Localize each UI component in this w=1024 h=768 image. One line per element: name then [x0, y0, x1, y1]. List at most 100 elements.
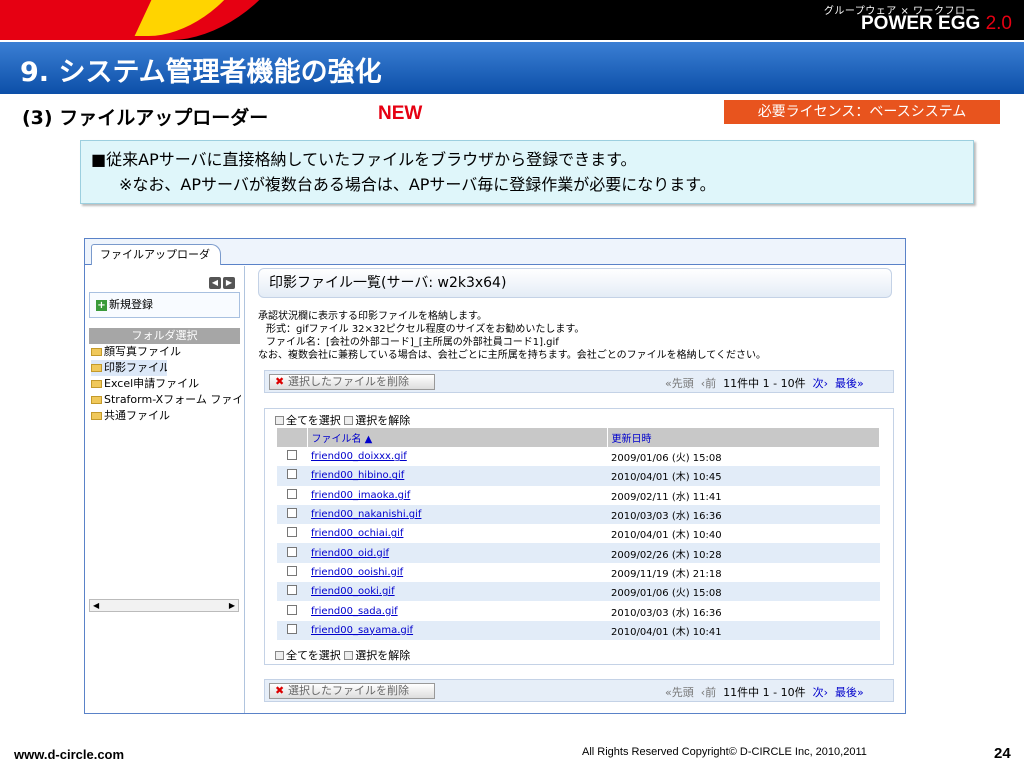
footer-url: www.d-circle.com: [14, 747, 125, 762]
row-checkbox[interactable]: [287, 604, 297, 615]
slide: グループウェア × ワークフロー POWER EGG 2.0 9. システム管理…: [0, 0, 1024, 768]
top-banner: グループウェア × ワークフロー POWER EGG 2.0: [0, 0, 1024, 40]
file-table: ファイル名 ▲ 更新日時 friend00_doixxx.gif 2009/01/…: [277, 428, 880, 640]
table-row: friend00_doixxx.gif 2009/01/06 (火) 15:08: [277, 447, 880, 467]
pager-next-link[interactable]: 次›: [813, 686, 828, 699]
file-link[interactable]: friend00_doixxx.gif: [307, 447, 607, 467]
pager-first: «先頭: [665, 377, 694, 390]
updated-date: 2009/02/11 (水) 11:41: [607, 485, 880, 505]
file-link[interactable]: friend00_imaoka.gif: [307, 485, 607, 505]
deselect-icon: [344, 651, 354, 660]
deselect-link[interactable]: 選択を解除: [355, 414, 410, 427]
title-bar: 9. システム管理者機能の強化: [0, 40, 1024, 94]
folder-icon: [91, 380, 102, 388]
row-checkbox[interactable]: [287, 565, 297, 576]
folder-item-excel[interactable]: Excel申請ファイル: [91, 376, 241, 392]
select-all-link[interactable]: 全てを選択: [286, 414, 341, 427]
delete-label: 選択したファイルを削除: [288, 375, 409, 388]
desc-line: なお、複数会社に兼務している場合は、会社ごとに主所属を持ちます。会社ごとのファイ…: [258, 350, 766, 361]
folder-icon: [91, 364, 102, 372]
checkbox-column-header: [277, 428, 308, 447]
horizontal-scrollbar[interactable]: ◀ ▶: [89, 599, 239, 612]
new-register-button[interactable]: + 新規登録: [89, 292, 240, 318]
expand-right-icon[interactable]: ▶: [223, 277, 235, 289]
folder-item-common[interactable]: 共通ファイル: [91, 408, 241, 424]
folder-label: 顔写真ファイル: [104, 345, 181, 358]
folder-item-straform[interactable]: Straform-Xフォーム ファイル: [91, 392, 241, 408]
select-all-icon: [275, 416, 284, 425]
delete-x-icon: ✖: [275, 684, 285, 697]
delete-selected-button[interactable]: ✖ 選択したファイルを削除: [269, 683, 435, 699]
column-header-updated[interactable]: 更新日時: [607, 428, 880, 447]
description-text: 承認状況欄に表示する印影ファイルを格納します。 形式：gifファイル 32×32…: [258, 310, 766, 362]
table-row: friend00_imaoka.gif 2009/02/11 (水) 11:41: [277, 485, 880, 505]
row-checkbox[interactable]: [287, 450, 297, 461]
brand-version: 2.0: [985, 13, 1012, 34]
file-link[interactable]: friend00_oid.gif: [307, 543, 607, 563]
page-number: 24: [994, 745, 1011, 762]
file-link[interactable]: friend00_sayama.gif: [307, 620, 607, 640]
row-checkbox[interactable]: [287, 508, 297, 519]
folder-item-seal[interactable]: 印影ファイル: [91, 360, 167, 376]
row-checkbox[interactable]: [287, 488, 297, 499]
pager: «先頭 ‹前 11件中 1 - 10件 次› 最後»: [665, 684, 864, 700]
note-line-2: ※なお、APサーバが複数台ある場合は、APサーバ毎に登録作業が必要になります。: [119, 175, 716, 194]
folder-icon: [91, 412, 102, 420]
file-link[interactable]: friend00_sada.gif: [307, 601, 607, 621]
folder-label: 共通ファイル: [104, 409, 170, 422]
row-checkbox[interactable]: [287, 546, 297, 557]
scroll-left-icon[interactable]: ◀: [93, 601, 99, 610]
column-header-filename[interactable]: ファイル名 ▲: [307, 428, 608, 447]
delete-selected-button[interactable]: ✖ 選択したファイルを削除: [269, 374, 435, 390]
tab-file-uploader[interactable]: ファイルアップローダー: [91, 244, 221, 281]
pager-last-link[interactable]: 最後»: [835, 686, 864, 699]
plus-icon: +: [96, 300, 107, 311]
updated-date: 2009/01/06 (火) 15:08: [607, 447, 880, 467]
desc-line: 形式：gifファイル 32×32ピクセル程度のサイズをお勧めいたします。: [266, 324, 585, 335]
updated-date: 2010/03/03 (水) 16:36: [607, 601, 880, 621]
pager-next-link[interactable]: 次›: [813, 377, 828, 390]
folder-label: Straform-Xフォーム ファイル: [104, 393, 241, 406]
collapse-left-icon[interactable]: ◀: [209, 277, 221, 289]
feature-note-box: ■従来APサーバに直接格納していたファイルをブラウザから登録できます。 ※なお、…: [80, 140, 974, 204]
table-row: friend00_sayama.gif 2010/04/01 (木) 10:41: [277, 620, 880, 640]
updated-date: 2009/11/19 (木) 21:18: [607, 562, 880, 583]
row-checkbox[interactable]: [287, 585, 297, 596]
row-checkbox[interactable]: [287, 469, 297, 480]
pager-prev: ‹前: [700, 377, 717, 390]
pager-first: «先頭: [665, 686, 694, 699]
deselect-link[interactable]: 選択を解除: [355, 649, 410, 662]
file-link[interactable]: friend00_nakanishi.gif: [307, 504, 607, 525]
new-badge: NEW: [378, 103, 423, 124]
file-link[interactable]: friend00_hibino.gif: [307, 466, 607, 486]
file-link[interactable]: friend00_ooki.gif: [307, 582, 607, 602]
note-line-1: ■従来APサーバに直接格納していたファイルをブラウザから登録できます。: [91, 150, 637, 169]
file-uploader-window: ファイルアップローダー ◀▶ +新規登録 フォルダ選択 顔写真ファイル 印影ファ…: [84, 238, 906, 714]
page-title: 9. システム管理者機能の強化: [20, 57, 382, 88]
pager-last-link[interactable]: 最後»: [835, 377, 864, 390]
folder-item-face-photo[interactable]: 顔写真ファイル: [91, 344, 241, 360]
panel-title: 印影ファイル一覧(サーバ: w2k3x64): [258, 268, 892, 298]
table-row: friend00_oid.gif 2009/02/26 (木) 10:28: [277, 543, 880, 563]
row-checkbox[interactable]: [287, 623, 297, 634]
file-link[interactable]: friend00_ooishi.gif: [307, 562, 607, 583]
select-all-link[interactable]: 全てを選択: [286, 649, 341, 662]
table-row: friend00_ochiai.gif 2010/04/01 (木) 10:40: [277, 524, 880, 544]
select-controls-bottom: 全てを選択 選択を解除: [275, 647, 410, 663]
table-row: friend00_ooishi.gif 2009/11/19 (木) 21:18: [277, 562, 880, 583]
brand-logo: POWER EGG 2.0: [861, 13, 1012, 35]
updated-date: 2010/04/01 (木) 10:40: [607, 524, 880, 544]
folder-label: Excel申請ファイル: [104, 377, 200, 390]
select-all-icon: [275, 651, 284, 660]
select-controls-top: 全てを選択 選択を解除: [275, 412, 410, 428]
new-register-label: 新規登録: [109, 298, 153, 311]
delete-label: 選択したファイルを削除: [288, 684, 409, 697]
folder-icon: [91, 396, 102, 404]
scroll-right-icon[interactable]: ▶: [229, 601, 235, 610]
pager: «先頭 ‹前 11件中 1 - 10件 次› 最後»: [665, 375, 864, 391]
folder-label: 印影ファイル: [104, 361, 167, 374]
row-checkbox[interactable]: [287, 527, 297, 538]
file-link[interactable]: friend00_ochiai.gif: [307, 524, 607, 544]
pager-range: 11件中 1 - 10件: [723, 377, 806, 390]
table-row: friend00_sada.gif 2010/03/03 (水) 16:36: [277, 601, 880, 621]
